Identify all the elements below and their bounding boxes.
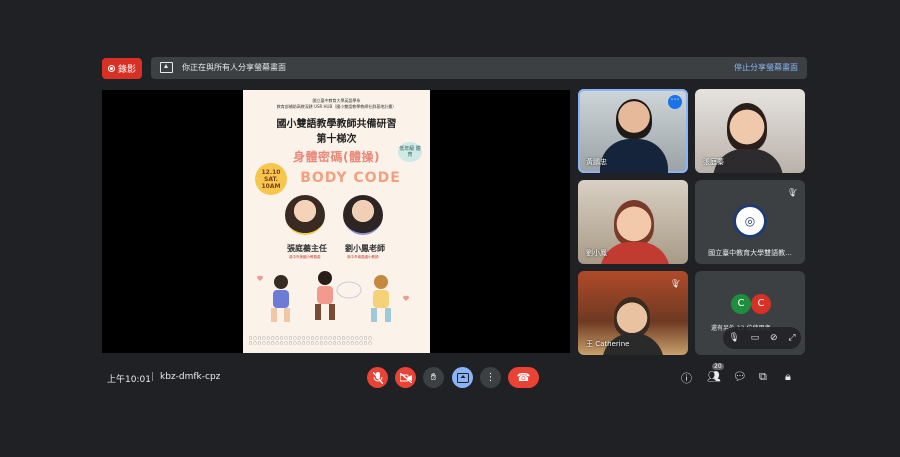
speaker1-photo (285, 195, 325, 235)
microphone-toggle-button[interactable] (367, 367, 388, 388)
participant-name: 劉小鳳 (586, 249, 607, 257)
present-button[interactable] (452, 367, 473, 388)
speaker1-name: 張庭蓁主任 (287, 244, 327, 253)
others-tile[interactable]: C C 還有另外 12 位使用者 🎙︎ ▭ ⊘ ⤢ (695, 271, 805, 355)
participant-tile[interactable]: 🎙︎̸ ◎ 國立臺中教育大學雙語教... (695, 180, 805, 264)
clock: 上午10:01 (107, 375, 151, 385)
mic-off-icon (372, 371, 383, 384)
hand-icon: ✋︎ (430, 372, 437, 383)
avatar: C (731, 294, 751, 314)
record-icon (107, 65, 115, 72)
camera-off-icon (399, 372, 412, 383)
mic-off-icon: 🎙︎̸ (786, 188, 797, 197)
participant-video (614, 200, 654, 246)
more-vert-icon: ⋮ (485, 372, 496, 383)
camera-off-icon[interactable]: ▭ (751, 333, 760, 343)
host-controls-icon[interactable]: 🔒︎ (785, 370, 791, 384)
people-count-badge: 20 (712, 363, 724, 370)
share-message: 你正在與所有人分享螢幕畫面 (182, 63, 286, 72)
university-logo-icon: ◎ (733, 204, 767, 238)
leave-call-button[interactable]: ☎︎ (508, 367, 539, 388)
participant-name: 國立臺中教育大學雙語教... (708, 249, 792, 257)
present-screen-icon (160, 62, 173, 73)
participant-body (600, 242, 670, 264)
meeting-code: kbz-dmfk-cpz (160, 372, 221, 382)
camera-toggle-button[interactable] (395, 367, 416, 388)
more-options-button[interactable]: ⋮ (480, 367, 501, 388)
poster-title: 國小雙語教學教師共備研習 (276, 119, 397, 130)
participant-tile[interactable]: 🎙︎̸ 王 Catherine (578, 271, 688, 355)
phone-hangup-icon: ☎︎ (516, 371, 531, 384)
recording-label: 錄影 (117, 65, 136, 75)
poster-org-line2: 教育部補助高教深耕 USR HUB（國小雙語教學教師社群基地計畫） (276, 104, 397, 109)
poster-session: 第十梯次 (316, 134, 357, 145)
participant-name: 張庭蓁 (703, 158, 724, 166)
participant-tile[interactable]: 張庭蓁 (695, 89, 805, 173)
participant-video (727, 103, 767, 151)
raise-hand-button[interactable]: ✋︎ (423, 367, 444, 388)
mic-off-icon: 🎙︎̸ (669, 279, 680, 288)
participant-name: 黃鵬忠 (586, 158, 607, 166)
participant-video (616, 99, 652, 139)
speaker2-name: 劉小鳳老師 (345, 244, 385, 253)
avatar: C (751, 294, 771, 314)
speaker1-affiliation: 臺中市美國小教務處 (289, 255, 321, 259)
separator: | (151, 372, 155, 382)
stop-sharing-button[interactable]: 停止分享螢幕畫面 (734, 62, 798, 73)
mic-off-icon[interactable]: 🎙︎ (728, 333, 739, 343)
chat-icon[interactable]: 💬︎ (733, 370, 747, 383)
participant-body (600, 139, 668, 173)
screen-share-banner: 你正在與所有人分享螢幕畫面 停止分享螢幕畫面 (151, 57, 807, 79)
participant-name: 王 Catherine (586, 340, 630, 348)
presentation-stage: 國立臺中教育大學英語學系 教育部補助高教深耕 USR HUB（國小雙語教學教師社… (102, 90, 570, 353)
more-options-icon[interactable]: ⋯ (668, 95, 682, 109)
present-screen-icon (456, 372, 469, 383)
poster-topic-en: BODY CODE (300, 170, 401, 186)
poster-footer: ▢ ▢ ▢ ▢ ▢ ▢ ▢ ▢ ▢ ▢ ▢ ▢ ▢ ▢ ▢ ▢ ▢ ▢ ▢ ▢ … (249, 336, 372, 345)
speaker2-affiliation: 臺中市南區國小教師 (347, 255, 379, 259)
unpin-icon[interactable]: ⊘ (770, 333, 778, 343)
expand-icon[interactable]: ⤢ (788, 333, 795, 343)
tile-controls: 🎙︎ ▭ ⊘ ⤢ (723, 327, 801, 349)
participant-tile[interactable]: ⋯ 黃鵬忠 (578, 89, 688, 173)
participant-video (614, 297, 650, 337)
shared-poster: 國立臺中教育大學英語學系 教育部補助高教深耕 USR HUB（國小雙語教學教師社… (243, 90, 430, 353)
recording-button[interactable]: 錄影 (102, 58, 142, 79)
activities-icon[interactable]: ⧉ (759, 370, 767, 384)
people-icon[interactable]: 👥︎ (707, 370, 721, 383)
info-icon[interactable]: ⓘ (681, 370, 692, 386)
speaker2-photo (343, 195, 383, 235)
participant-tile[interactable]: 劉小鳳 (578, 180, 688, 264)
kids-illustration (256, 271, 410, 322)
